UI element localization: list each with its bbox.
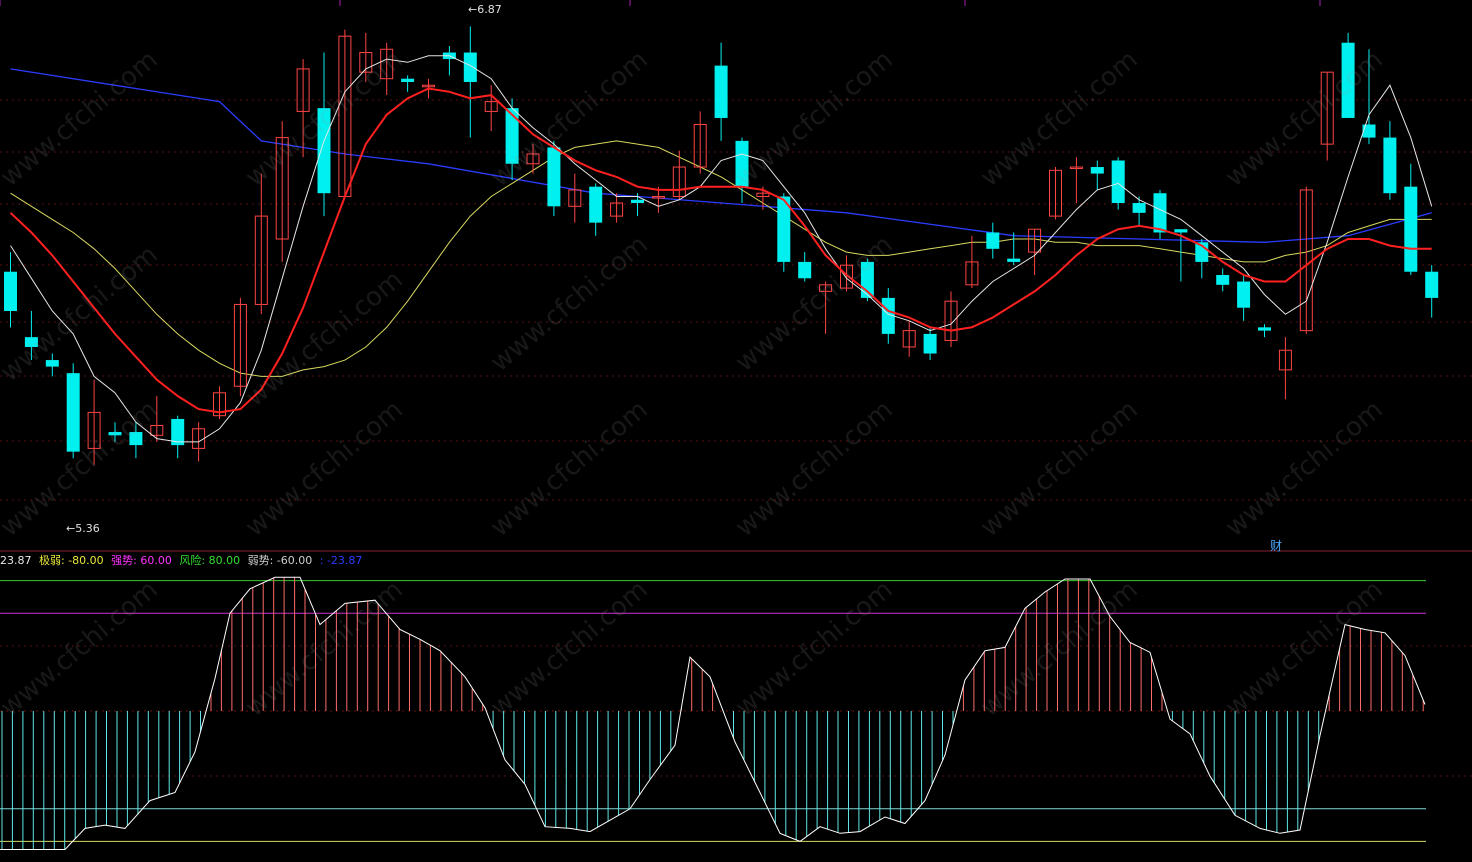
candle-body-down bbox=[317, 108, 331, 194]
candle-body-down bbox=[589, 186, 603, 223]
candle-body-down bbox=[1111, 160, 1125, 204]
candle-body-down bbox=[631, 199, 644, 204]
legend-current-value: 23.87 bbox=[0, 554, 32, 567]
legend-strong: 强势: 60.00 bbox=[111, 554, 172, 567]
candle-body-down bbox=[4, 271, 17, 311]
candle-body-down bbox=[1237, 281, 1251, 308]
candle-body-down bbox=[1258, 327, 1271, 331]
stock-chart-window: ←6.87 ←5.36 财 23.87 极弱: -80.00 强势: 60.00… bbox=[0, 0, 1472, 862]
candle-body-down bbox=[1090, 167, 1104, 174]
candle-body-down bbox=[505, 108, 519, 164]
low-price-arrow: ← bbox=[66, 522, 76, 535]
high-price-value: 6.87 bbox=[477, 3, 502, 16]
legend-indicator-value: : -23.87 bbox=[319, 554, 363, 567]
candle-body-down bbox=[1404, 186, 1418, 272]
indicator-legend: 23.87 极弱: -80.00 强势: 60.00 风险: 80.00 弱势:… bbox=[0, 553, 366, 569]
candle-body-down bbox=[66, 373, 80, 452]
low-price-value: 5.36 bbox=[75, 522, 100, 535]
candle-body-down bbox=[129, 432, 143, 446]
candle-body-down bbox=[798, 261, 812, 279]
candle-body-down bbox=[24, 337, 38, 347]
candle-body-down bbox=[1383, 137, 1397, 194]
finance-event-marker[interactable]: 财 bbox=[1270, 537, 1282, 554]
candle-body-down bbox=[463, 52, 477, 82]
candle-body-down bbox=[1216, 275, 1230, 285]
legend-extreme-weak: 极弱: -80.00 bbox=[39, 554, 104, 567]
high-price-arrow: ← bbox=[468, 3, 478, 16]
legend-risk: 风险: 80.00 bbox=[179, 554, 241, 567]
candle-body-down bbox=[1174, 229, 1188, 233]
candle-body-down bbox=[45, 360, 59, 367]
candle-body-down bbox=[108, 432, 122, 436]
chart-canvas[interactable] bbox=[0, 0, 1472, 862]
candle-body-down bbox=[735, 140, 749, 187]
legend-weak: 弱势: -60.00 bbox=[247, 554, 313, 567]
candle-body-down bbox=[986, 232, 1000, 249]
candle-body-down bbox=[1153, 193, 1167, 233]
low-price-label: ←5.36 bbox=[66, 522, 100, 535]
candle-body-down bbox=[1341, 42, 1355, 118]
candle-body-down bbox=[547, 147, 561, 207]
high-price-label: ←6.87 bbox=[468, 3, 502, 16]
candle-body-down bbox=[1007, 258, 1021, 262]
candle-body-down bbox=[1362, 124, 1376, 138]
candle-body-down bbox=[1132, 203, 1146, 213]
candle-body-down bbox=[714, 65, 728, 118]
candle-body-down bbox=[923, 333, 937, 354]
candle-body-down bbox=[1425, 271, 1439, 298]
candle-body-down bbox=[401, 78, 415, 82]
